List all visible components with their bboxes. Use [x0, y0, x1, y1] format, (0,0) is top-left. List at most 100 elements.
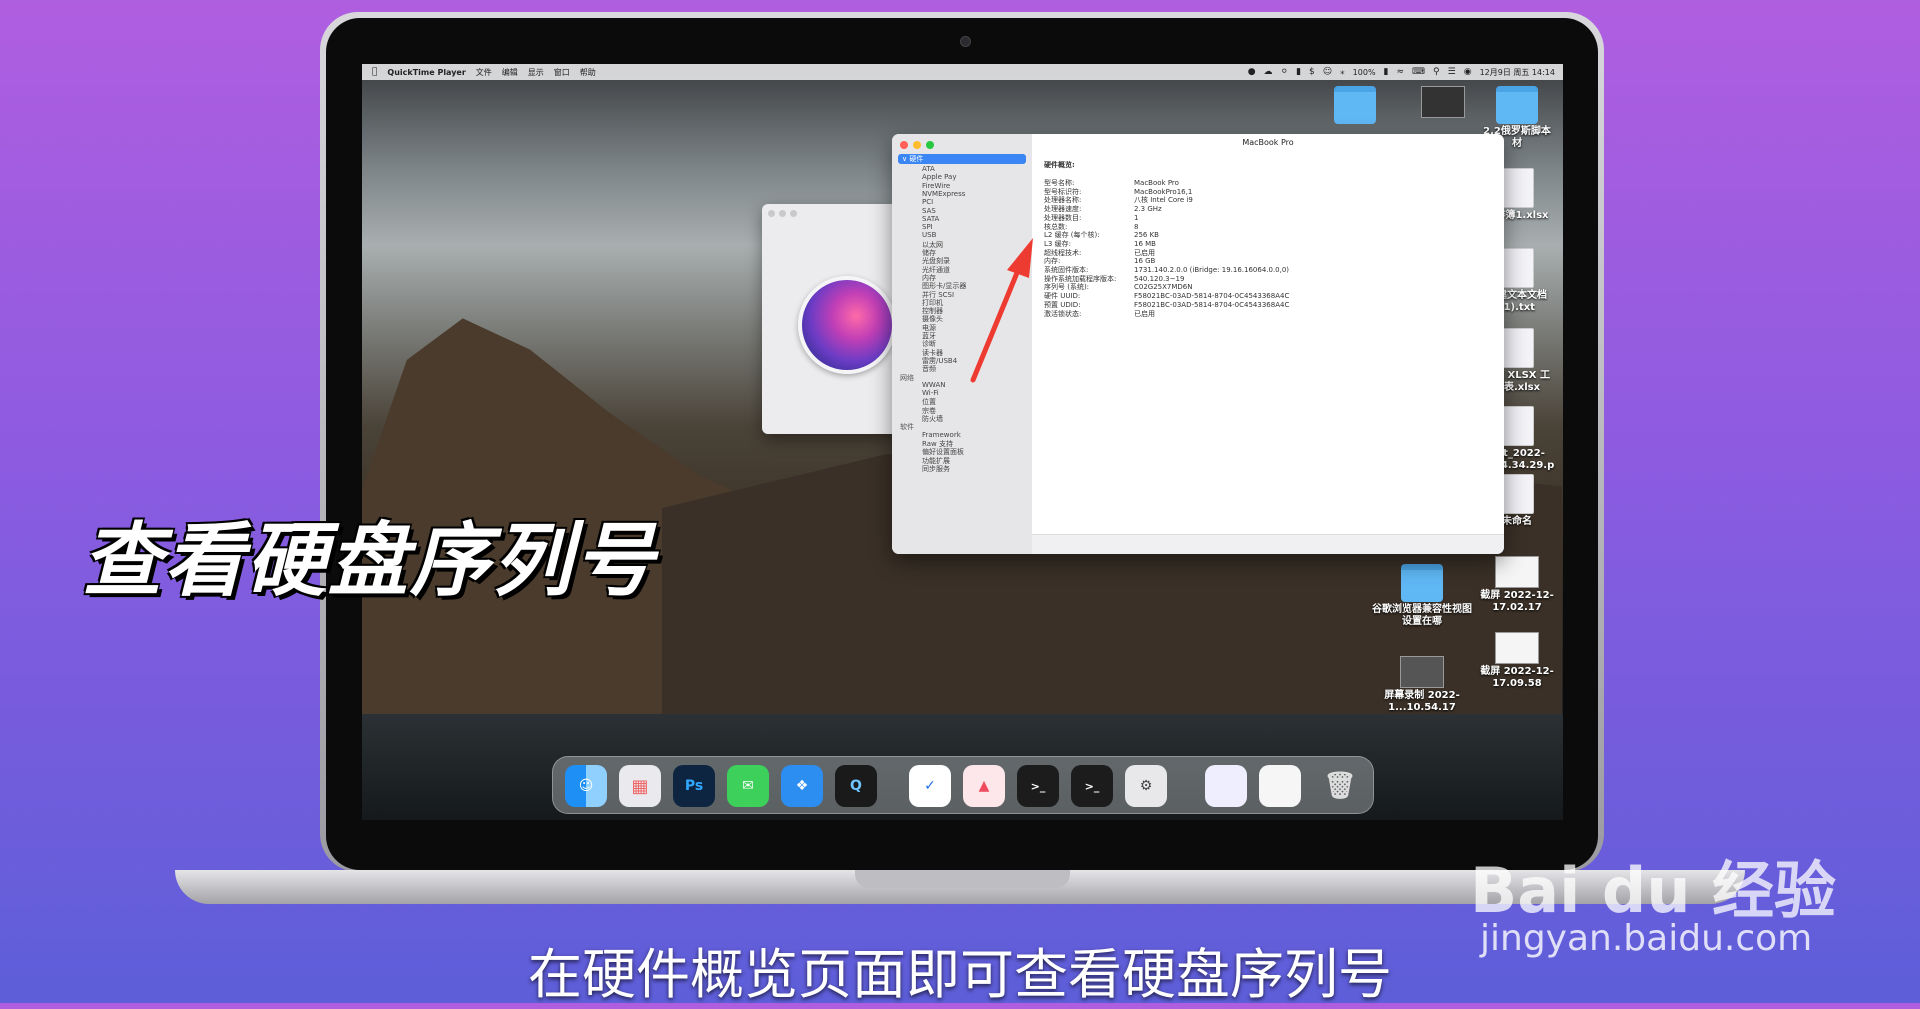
desktop-icon-label: 谷歌浏览器兼容性视图设置在哪 — [1372, 604, 1472, 627]
menu-file[interactable]: 文件 — [476, 67, 492, 78]
sidebar-item-hardware-8[interactable]: USB — [922, 231, 936, 239]
sidebar-item-software[interactable]: 软件 — [900, 422, 914, 432]
menu-window[interactable]: 窗口 — [554, 67, 570, 78]
record-icon[interactable]: ● — [1248, 67, 1256, 77]
section-title: 硬件概览: — [1044, 161, 1075, 169]
zoom-button[interactable] — [926, 141, 934, 149]
title-overlay: 查看硬盘序列号 — [82, 514, 656, 607]
about-this-mac-window[interactable] — [762, 204, 902, 434]
window-controls — [900, 141, 934, 149]
control-center-icon[interactable]: ☰ — [1448, 67, 1456, 77]
launchpad-icon[interactable]: ▦ — [619, 765, 661, 807]
menu-edit[interactable]: 编辑 — [502, 67, 518, 78]
folder-icon — [1496, 86, 1538, 124]
watermark-url: jingyan.baidu.com — [1480, 918, 1813, 959]
safari-icon[interactable]: ❖ — [781, 765, 823, 807]
sidebar-item-software-4[interactable]: 同步服务 — [922, 464, 950, 474]
preview-thumbnail-icon[interactable] — [1205, 765, 1247, 807]
app-red-icon[interactable]: ▲ — [963, 765, 1005, 807]
spreadsheet-file-icon — [1500, 328, 1534, 368]
minimize-button[interactable] — [779, 210, 786, 217]
menu-help[interactable]: 帮助 — [580, 67, 596, 78]
folder-icon — [1334, 86, 1376, 124]
dollar-icon[interactable]: $ — [1309, 67, 1315, 77]
apple-menu-icon[interactable]:  — [372, 67, 377, 77]
screenshot-thumbnail-icon[interactable] — [1259, 765, 1301, 807]
sidebar-item-hardware-4[interactable]: PCI — [922, 198, 933, 206]
laptop-notch — [855, 870, 1070, 888]
sidebar-item-hardware-24[interactable]: 音频 — [922, 364, 936, 374]
info-value: F58021BC-03AD-5814-8704-0C4543368A4C — [1134, 300, 1290, 309]
terminal-icon-2[interactable]: >_ — [1071, 765, 1113, 807]
desktop-screenshot[interactable] — [1408, 86, 1478, 120]
trash-icon[interactable]: 🗑 — [1319, 765, 1361, 807]
quicktime-icon[interactable]: Q — [835, 765, 877, 807]
image-thumbnail-icon — [1421, 86, 1465, 118]
text-file-icon — [1500, 248, 1534, 288]
keyboard-icon[interactable]: ⌨ — [1412, 67, 1425, 77]
sidebar-item-hardware-3[interactable]: NVMExpress — [922, 190, 965, 198]
close-button[interactable] — [900, 141, 908, 149]
terminal-icon[interactable]: >_ — [1017, 765, 1059, 807]
app-menu[interactable]: QuickTime Player — [387, 68, 465, 77]
notes-icon[interactable]: ▮ — [1296, 67, 1301, 77]
spreadsheet-file-icon — [1500, 168, 1534, 208]
sidebar-item-hardware-0[interactable]: ATA — [922, 165, 935, 173]
desktop-folder[interactable] — [1320, 86, 1390, 126]
sidebar-item-network-0[interactable]: WWAN — [922, 381, 946, 389]
info-row: 激活锁状态: 已启用 — [1044, 309, 1155, 319]
finder-icon[interactable]: ☺ — [565, 765, 607, 807]
red-arrow-icon — [970, 238, 1033, 383]
image-file-icon — [1500, 406, 1534, 446]
window-controls — [768, 210, 797, 217]
battery-percent: 100% — [1352, 67, 1376, 77]
desktop-screenshot-2[interactable]: 截屏 2022-12-17.09.58 — [1474, 632, 1560, 690]
macos-monterey-logo-icon — [798, 276, 896, 374]
app-status-icon[interactable]: ☁ — [1264, 67, 1273, 77]
minimize-button[interactable] — [913, 141, 921, 149]
video-thumbnail-icon — [1400, 656, 1444, 688]
system-info-icon[interactable]: ⚙ — [1125, 765, 1167, 807]
desktop-folder-chrome[interactable]: 谷歌浏览器兼容性视图设置在哪 — [1372, 564, 1472, 628]
sidebar-item-hardware-1[interactable]: Apple Pay — [922, 173, 957, 181]
user-icon[interactable]: ☺ — [1323, 67, 1332, 77]
desktop-screen-recording[interactable]: 屏幕录制 2022-1...10.54.17 — [1372, 656, 1472, 714]
camera-icon — [960, 36, 971, 47]
mac-screen:  QuickTime Player 文件 编辑 显示 窗口 帮助 ● ☁ ⚪ … — [362, 64, 1563, 820]
sidebar-item-hardware-2[interactable]: FireWire — [922, 182, 950, 190]
photoshop-icon[interactable]: Ps — [673, 765, 715, 807]
image-thumbnail-icon — [1495, 556, 1539, 588]
close-button[interactable] — [768, 210, 775, 217]
menu-bar:  QuickTime Player 文件 编辑 显示 窗口 帮助 ● ☁ ⚪ … — [362, 64, 1563, 80]
sidebar-item-hardware-5[interactable]: SAS — [922, 207, 936, 215]
info-value: 已启用 — [1134, 309, 1155, 318]
desktop-screenshot-1[interactable]: 截屏 2022-12-17.02.17 — [1474, 556, 1560, 614]
siri-icon[interactable]: ◉ — [1464, 67, 1472, 77]
bluetooth-icon[interactable]: ⁎ — [1340, 67, 1345, 77]
spotlight-search-icon[interactable]: ⚲ — [1433, 67, 1440, 77]
menu-clock[interactable]: 12月9日 周五 14:14 — [1480, 67, 1555, 78]
image-thumbnail-icon — [1495, 632, 1539, 664]
sync-icon[interactable]: ⚪ — [1281, 67, 1289, 77]
desktop-icon-label: 截屏 2022-12-17.02.17 — [1480, 590, 1554, 613]
dock: ☺ ▦ Ps ✉ ❖ Q ✓ ▲ >_ >_ ⚙ 🗑 — [552, 756, 1374, 814]
sidebar-item-hardware[interactable]: ∨ 硬件 — [898, 154, 1026, 164]
sidebar-item-network-4[interactable]: 防火墙 — [922, 414, 943, 424]
desktop-icon-label: 截屏 2022-12-17.09.58 — [1480, 666, 1554, 689]
sidebar-item-network[interactable]: 网络 — [900, 373, 914, 383]
document-file-icon — [1500, 474, 1534, 514]
sidebar-item-hardware-7[interactable]: SPI — [922, 223, 933, 231]
sidebar-item-software-0[interactable]: Framework — [922, 431, 961, 439]
menu-view[interactable]: 显示 — [528, 67, 544, 78]
window-title: MacBook Pro — [1242, 138, 1294, 147]
chevron-down-icon: ∨ — [902, 155, 908, 163]
messages-icon[interactable]: ✉ — [727, 765, 769, 807]
wifi-icon[interactable]: ≈ — [1397, 67, 1405, 77]
battery-icon[interactable]: ▮ — [1384, 67, 1389, 77]
sidebar-item-hardware-6[interactable]: SATA — [922, 215, 939, 223]
zoom-button[interactable] — [790, 210, 797, 217]
app-blue-icon[interactable]: ✓ — [909, 765, 951, 807]
sidebar-item-network-1[interactable]: Wi-Fi — [922, 389, 939, 397]
info-key: 激活锁状态: — [1044, 309, 1082, 318]
folder-icon — [1401, 564, 1443, 602]
